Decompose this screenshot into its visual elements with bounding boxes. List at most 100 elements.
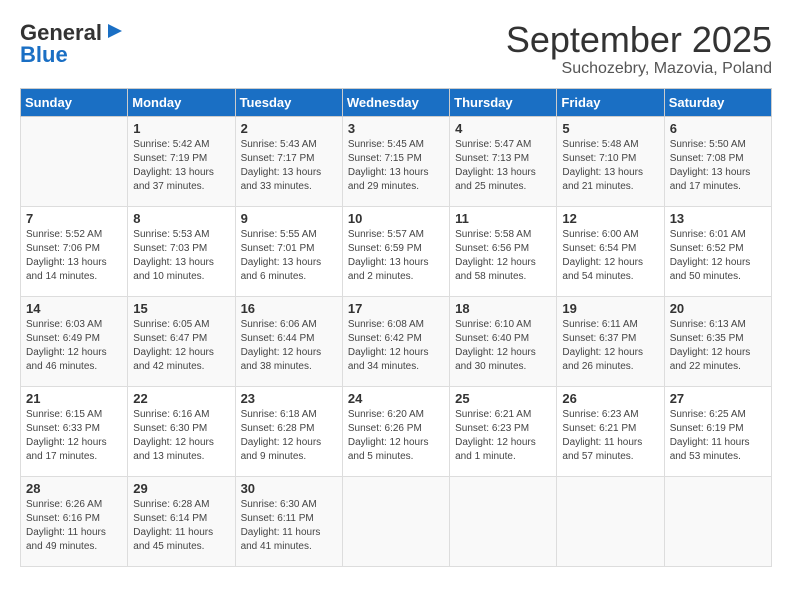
day-info: Sunrise: 6:26 AM Sunset: 6:16 PM Dayligh… <box>26 498 122 554</box>
day-info: Sunrise: 6:20 AM Sunset: 6:26 PM Dayligh… <box>348 408 444 464</box>
calendar-cell: 30 Sunrise: 6:30 AM Sunset: 6:11 PM Dayli… <box>235 476 342 566</box>
day-header-tuesday: Tuesday <box>235 88 342 116</box>
header: General Blue September 2025 Suchozebry, … <box>20 20 772 78</box>
day-number: 29 <box>133 481 229 496</box>
calendar-cell: 20Sunrise: 6:13 AM Sunset: 6:35 PM Dayli… <box>664 296 771 386</box>
day-number: 24 <box>348 391 444 406</box>
day-number: 14 <box>26 301 122 316</box>
day-info: Sunrise: 6:00 AM Sunset: 6:54 PM Dayligh… <box>562 228 658 284</box>
calendar-cell: 6Sunrise: 5:50 AM Sunset: 7:08 PM Daylig… <box>664 116 771 206</box>
day-number: 11 <box>455 211 551 226</box>
calendar-cell: 27 Sunrise: 6:25 AM Sunset: 6:19 PM Dayli… <box>664 386 771 476</box>
calendar-table: SundayMondayTuesdayWednesdayThursdayFrid… <box>20 88 772 567</box>
day-info: Sunrise: 5:55 AM Sunset: 7:01 PM Dayligh… <box>241 228 337 284</box>
day-header-thursday: Thursday <box>450 88 557 116</box>
day-number: 19 <box>562 301 658 316</box>
calendar-week-4: 21 Sunrise: 6:15 AM Sunset: 6:33 PM Dayli… <box>21 386 772 476</box>
day-info: Sunrise: 5:53 AM Sunset: 7:03 PM Dayligh… <box>133 228 229 284</box>
day-info: Sunrise: 6:23 AM Sunset: 6:21 PM Dayligh… <box>562 408 658 464</box>
calendar-cell: 29 Sunrise: 6:28 AM Sunset: 6:14 PM Dayli… <box>128 476 235 566</box>
logo: General Blue <box>20 20 126 68</box>
day-number: 21 <box>26 391 122 406</box>
day-info: Sunrise: 5:45 AM Sunset: 7:15 PM Dayligh… <box>348 138 444 194</box>
day-header-friday: Friday <box>557 88 664 116</box>
day-number: 23 <box>241 391 337 406</box>
day-info: Sunrise: 6:15 AM Sunset: 6:33 PM Dayligh… <box>26 408 122 464</box>
day-number: 10 <box>348 211 444 226</box>
calendar-cell: 2Sunrise: 5:43 AM Sunset: 7:17 PM Daylig… <box>235 116 342 206</box>
calendar-cell: 11Sunrise: 5:58 AM Sunset: 6:56 PM Dayli… <box>450 206 557 296</box>
day-info: Sunrise: 6:28 AM Sunset: 6:14 PM Dayligh… <box>133 498 229 554</box>
calendar-cell: 16Sunrise: 6:06 AM Sunset: 6:44 PM Dayli… <box>235 296 342 386</box>
calendar-cell: 21 Sunrise: 6:15 AM Sunset: 6:33 PM Dayli… <box>21 386 128 476</box>
day-number: 9 <box>241 211 337 226</box>
day-number: 22 <box>133 391 229 406</box>
day-number: 28 <box>26 481 122 496</box>
day-header-monday: Monday <box>128 88 235 116</box>
day-info: Sunrise: 5:43 AM Sunset: 7:17 PM Dayligh… <box>241 138 337 194</box>
day-info: Sunrise: 6:30 AM Sunset: 6:11 PM Dayligh… <box>241 498 337 554</box>
calendar-cell <box>664 476 771 566</box>
day-info: Sunrise: 5:57 AM Sunset: 6:59 PM Dayligh… <box>348 228 444 284</box>
logo-blue: Blue <box>20 42 68 68</box>
day-info: Sunrise: 6:18 AM Sunset: 6:28 PM Dayligh… <box>241 408 337 464</box>
calendar-cell: 9 Sunrise: 5:55 AM Sunset: 7:01 PM Daylig… <box>235 206 342 296</box>
day-number: 5 <box>562 121 658 136</box>
day-info: Sunrise: 6:03 AM Sunset: 6:49 PM Dayligh… <box>26 318 122 374</box>
calendar-cell: 17 Sunrise: 6:08 AM Sunset: 6:42 PM Dayli… <box>342 296 449 386</box>
day-number: 1 <box>133 121 229 136</box>
day-number: 13 <box>670 211 766 226</box>
day-number: 27 <box>670 391 766 406</box>
day-number: 17 <box>348 301 444 316</box>
calendar-cell: 7 Sunrise: 5:52 AM Sunset: 7:06 PM Daylig… <box>21 206 128 296</box>
page-title: September 2025 <box>506 20 772 60</box>
day-number: 7 <box>26 211 122 226</box>
calendar-week-5: 28 Sunrise: 6:26 AM Sunset: 6:16 PM Dayli… <box>21 476 772 566</box>
calendar-cell: 24 Sunrise: 6:20 AM Sunset: 6:26 PM Dayli… <box>342 386 449 476</box>
calendar-cell: 23 Sunrise: 6:18 AM Sunset: 6:28 PM Dayli… <box>235 386 342 476</box>
day-info: Sunrise: 6:11 AM Sunset: 6:37 PM Dayligh… <box>562 318 658 374</box>
calendar-cell: 10 Sunrise: 5:57 AM Sunset: 6:59 PM Dayli… <box>342 206 449 296</box>
calendar-cell <box>450 476 557 566</box>
calendar-week-2: 7 Sunrise: 5:52 AM Sunset: 7:06 PM Daylig… <box>21 206 772 296</box>
logo-arrow-icon <box>104 20 126 42</box>
day-info: Sunrise: 6:01 AM Sunset: 6:52 PM Dayligh… <box>670 228 766 284</box>
day-number: 4 <box>455 121 551 136</box>
calendar-cell: 15Sunrise: 6:05 AM Sunset: 6:47 PM Dayli… <box>128 296 235 386</box>
day-info: Sunrise: 6:05 AM Sunset: 6:47 PM Dayligh… <box>133 318 229 374</box>
day-info: Sunrise: 5:47 AM Sunset: 7:13 PM Dayligh… <box>455 138 551 194</box>
title-area: September 2025 Suchozebry, Mazovia, Pola… <box>506 20 772 78</box>
day-number: 3 <box>348 121 444 136</box>
day-header-wednesday: Wednesday <box>342 88 449 116</box>
day-info: Sunrise: 6:21 AM Sunset: 6:23 PM Dayligh… <box>455 408 551 464</box>
day-header-saturday: Saturday <box>664 88 771 116</box>
calendar-cell: 26 Sunrise: 6:23 AM Sunset: 6:21 PM Dayli… <box>557 386 664 476</box>
day-info: Sunrise: 6:08 AM Sunset: 6:42 PM Dayligh… <box>348 318 444 374</box>
day-info: Sunrise: 6:10 AM Sunset: 6:40 PM Dayligh… <box>455 318 551 374</box>
day-number: 25 <box>455 391 551 406</box>
day-number: 16 <box>241 301 337 316</box>
calendar-cell: 1 Sunrise: 5:42 AM Sunset: 7:19 PM Daylig… <box>128 116 235 206</box>
day-number: 12 <box>562 211 658 226</box>
calendar-cell: 25 Sunrise: 6:21 AM Sunset: 6:23 PM Dayli… <box>450 386 557 476</box>
calendar-week-3: 14 Sunrise: 6:03 AM Sunset: 6:49 PM Dayli… <box>21 296 772 386</box>
day-number: 26 <box>562 391 658 406</box>
day-number: 6 <box>670 121 766 136</box>
calendar-cell: 12 Sunrise: 6:00 AM Sunset: 6:54 PM Dayli… <box>557 206 664 296</box>
day-info: Sunrise: 5:52 AM Sunset: 7:06 PM Dayligh… <box>26 228 122 284</box>
calendar-cell: 19 Sunrise: 6:11 AM Sunset: 6:37 PM Dayli… <box>557 296 664 386</box>
calendar-cell: 5Sunrise: 5:48 AM Sunset: 7:10 PM Daylig… <box>557 116 664 206</box>
day-number: 30 <box>241 481 337 496</box>
day-info: Sunrise: 6:16 AM Sunset: 6:30 PM Dayligh… <box>133 408 229 464</box>
calendar-cell: 3 Sunrise: 5:45 AM Sunset: 7:15 PM Daylig… <box>342 116 449 206</box>
calendar-cell: 13 Sunrise: 6:01 AM Sunset: 6:52 PM Dayli… <box>664 206 771 296</box>
calendar-cell: 4 Sunrise: 5:47 AM Sunset: 7:13 PM Daylig… <box>450 116 557 206</box>
day-number: 20 <box>670 301 766 316</box>
calendar-cell: 28 Sunrise: 6:26 AM Sunset: 6:16 PM Dayli… <box>21 476 128 566</box>
day-info: Sunrise: 5:42 AM Sunset: 7:19 PM Dayligh… <box>133 138 229 194</box>
day-info: Sunrise: 6:25 AM Sunset: 6:19 PM Dayligh… <box>670 408 766 464</box>
logo-text-block: General Blue <box>20 20 126 68</box>
calendar-cell <box>557 476 664 566</box>
day-number: 18 <box>455 301 551 316</box>
calendar-cell <box>342 476 449 566</box>
